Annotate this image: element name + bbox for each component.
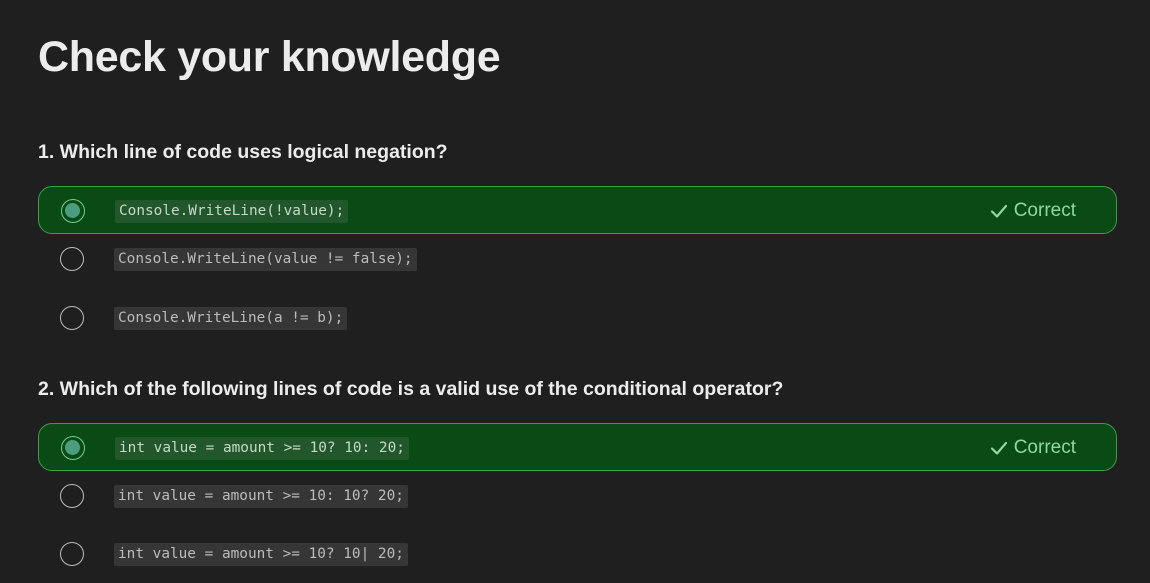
answer-code: int value = amount >= 10? 10| 20; bbox=[114, 543, 408, 566]
correct-feedback: Correct bbox=[990, 200, 1076, 222]
answer-option-2-1[interactable]: int value = amount >= 10? 10: 20; Correc… bbox=[38, 423, 1117, 471]
radio-button[interactable] bbox=[60, 484, 84, 508]
question-2: 2. Which of the following lines of code … bbox=[38, 377, 1118, 566]
answer-option-1-1[interactable]: Console.WriteLine(!value); Correct bbox=[38, 186, 1117, 234]
check-icon bbox=[990, 204, 1007, 218]
answer-code: int value = amount >= 10: 10? 20; bbox=[114, 485, 408, 508]
answer-code: Console.WriteLine(!value); bbox=[115, 200, 349, 223]
answer-code: Console.WriteLine(value != false); bbox=[114, 248, 417, 271]
check-icon bbox=[990, 441, 1007, 455]
answer-code: int value = amount >= 10? 10: 20; bbox=[115, 437, 409, 460]
correct-feedback: Correct bbox=[990, 437, 1076, 459]
feedback-label: Correct bbox=[1013, 200, 1076, 221]
question-title: 1. Which line of code uses logical negat… bbox=[38, 141, 448, 163]
question-title: 2. Which of the following lines of code … bbox=[38, 378, 784, 400]
answer-option-1-3[interactable]: Console.WriteLine(a != b); bbox=[38, 294, 1117, 342]
knowledge-check-page: Check your knowledge 1. Which line of co… bbox=[0, 0, 1150, 583]
radio-button-selected[interactable] bbox=[61, 436, 85, 460]
radio-button[interactable] bbox=[60, 542, 84, 566]
radio-button-selected[interactable] bbox=[61, 199, 85, 223]
answer-option-2-2[interactable]: int value = amount >= 10: 10? 20; bbox=[38, 472, 1117, 520]
page-title: Check your knowledge bbox=[38, 33, 501, 81]
answer-option-1-2[interactable]: Console.WriteLine(value != false); bbox=[38, 235, 1117, 283]
answer-code: Console.WriteLine(a != b); bbox=[114, 307, 348, 330]
radio-button[interactable] bbox=[60, 247, 84, 271]
question-1: 1. Which line of code uses logical negat… bbox=[38, 140, 1118, 330]
answer-option-2-3[interactable]: int value = amount >= 10? 10| 20; bbox=[38, 530, 1117, 578]
radio-button[interactable] bbox=[60, 306, 84, 330]
feedback-label: Correct bbox=[1013, 437, 1076, 458]
